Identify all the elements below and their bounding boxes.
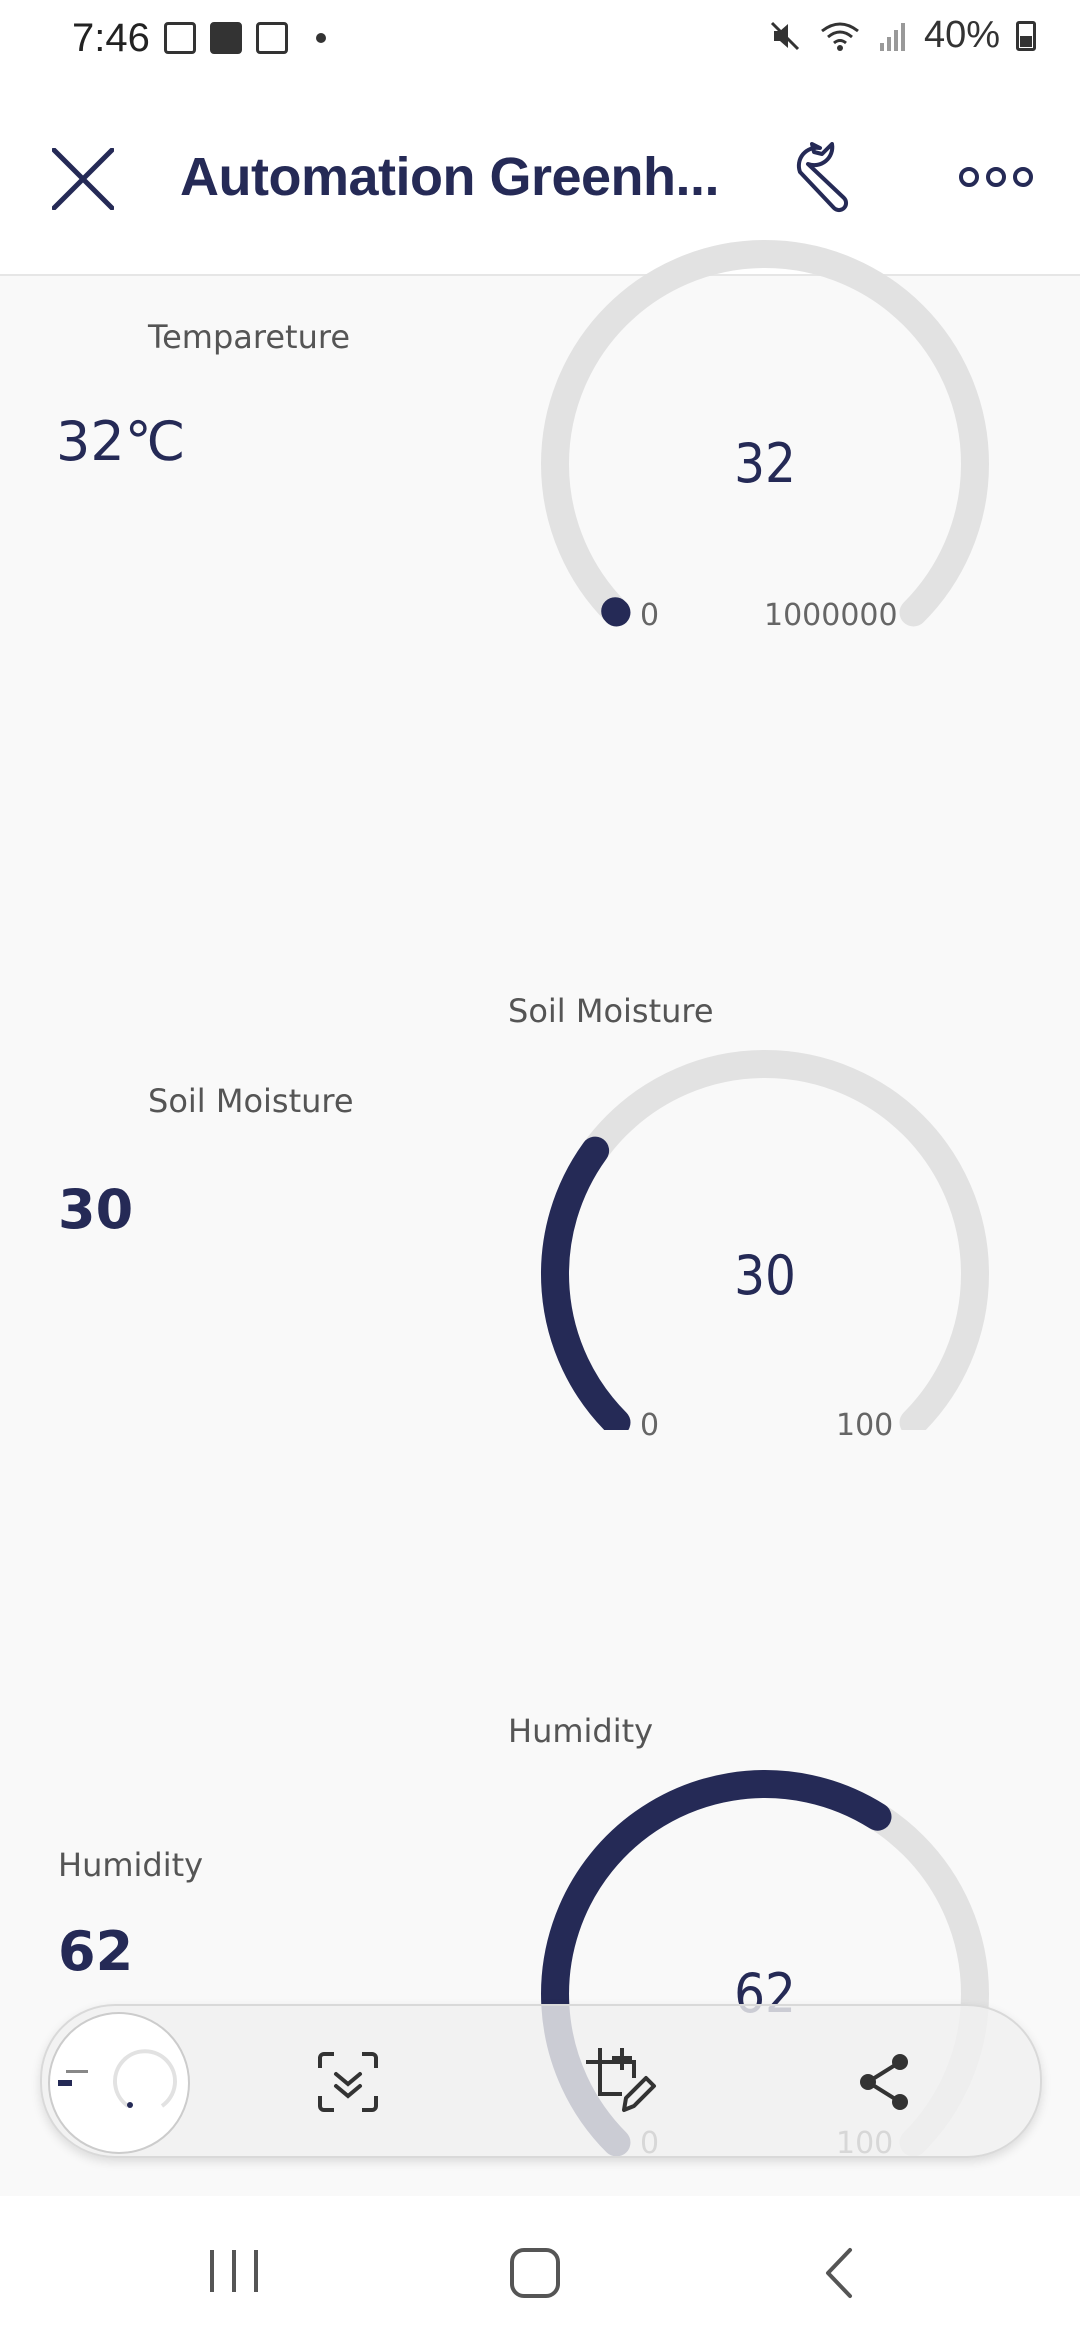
signal-icon: [879, 22, 905, 51]
soil-gauge-min: 0: [640, 1408, 660, 1443]
humidity-label: Humidity: [58, 1846, 204, 1884]
soil-gauge-title: Soil Moisture: [508, 992, 714, 1030]
humidity-gauge-title: Humidity: [508, 1712, 654, 1750]
gauge-fill: [541, 1136, 631, 1430]
recents-icon[interactable]: [206, 2246, 262, 2296]
gallery-icon: [164, 22, 196, 54]
soil-gauge: [541, 1050, 989, 1430]
humidity-value: 62: [58, 1920, 134, 1983]
status-time: 7:46: [72, 16, 150, 60]
temperature-gauge-min: 0: [640, 598, 660, 633]
temperature-gauge: [541, 240, 989, 627]
soil-gauge-max: 100: [836, 1408, 894, 1443]
thumbnail-preview: [58, 2049, 177, 2108]
zomato-icon: [210, 22, 242, 54]
status-bar: 7:46 40%: [0, 0, 1080, 84]
soil-gauge-value: 30: [734, 1244, 796, 1307]
edit-crop-icon[interactable]: [582, 2044, 658, 2120]
temperature-gauge-max: 1000000: [764, 598, 898, 633]
scroll-capture-icon[interactable]: [316, 2050, 380, 2114]
wifi-icon: [821, 22, 859, 51]
temperature-gauge-value: 32: [734, 432, 796, 495]
soil-label: Soil Moisture: [148, 1082, 354, 1120]
more-notifications-icon: [316, 33, 326, 43]
home-icon[interactable]: [508, 2246, 562, 2300]
back-icon[interactable]: [820, 2246, 856, 2300]
mute-icon: [770, 21, 799, 50]
temperature-label: Tempareture: [148, 318, 350, 356]
close-icon[interactable]: [52, 148, 114, 210]
battery-percent: 40%: [923, 14, 1000, 56]
screenshot-thumbnail[interactable]: [48, 2012, 190, 2154]
battery-icon: [1016, 20, 1036, 51]
share-icon[interactable]: [852, 2050, 916, 2114]
soil-value: 30: [58, 1178, 134, 1241]
gauge-fill: [601, 597, 631, 627]
screenshot-toolbar: [40, 2004, 1042, 2158]
temperature-value: 32℃: [56, 410, 186, 473]
calendar-icon: [256, 22, 288, 54]
navigation-bar: [0, 2196, 1080, 2340]
